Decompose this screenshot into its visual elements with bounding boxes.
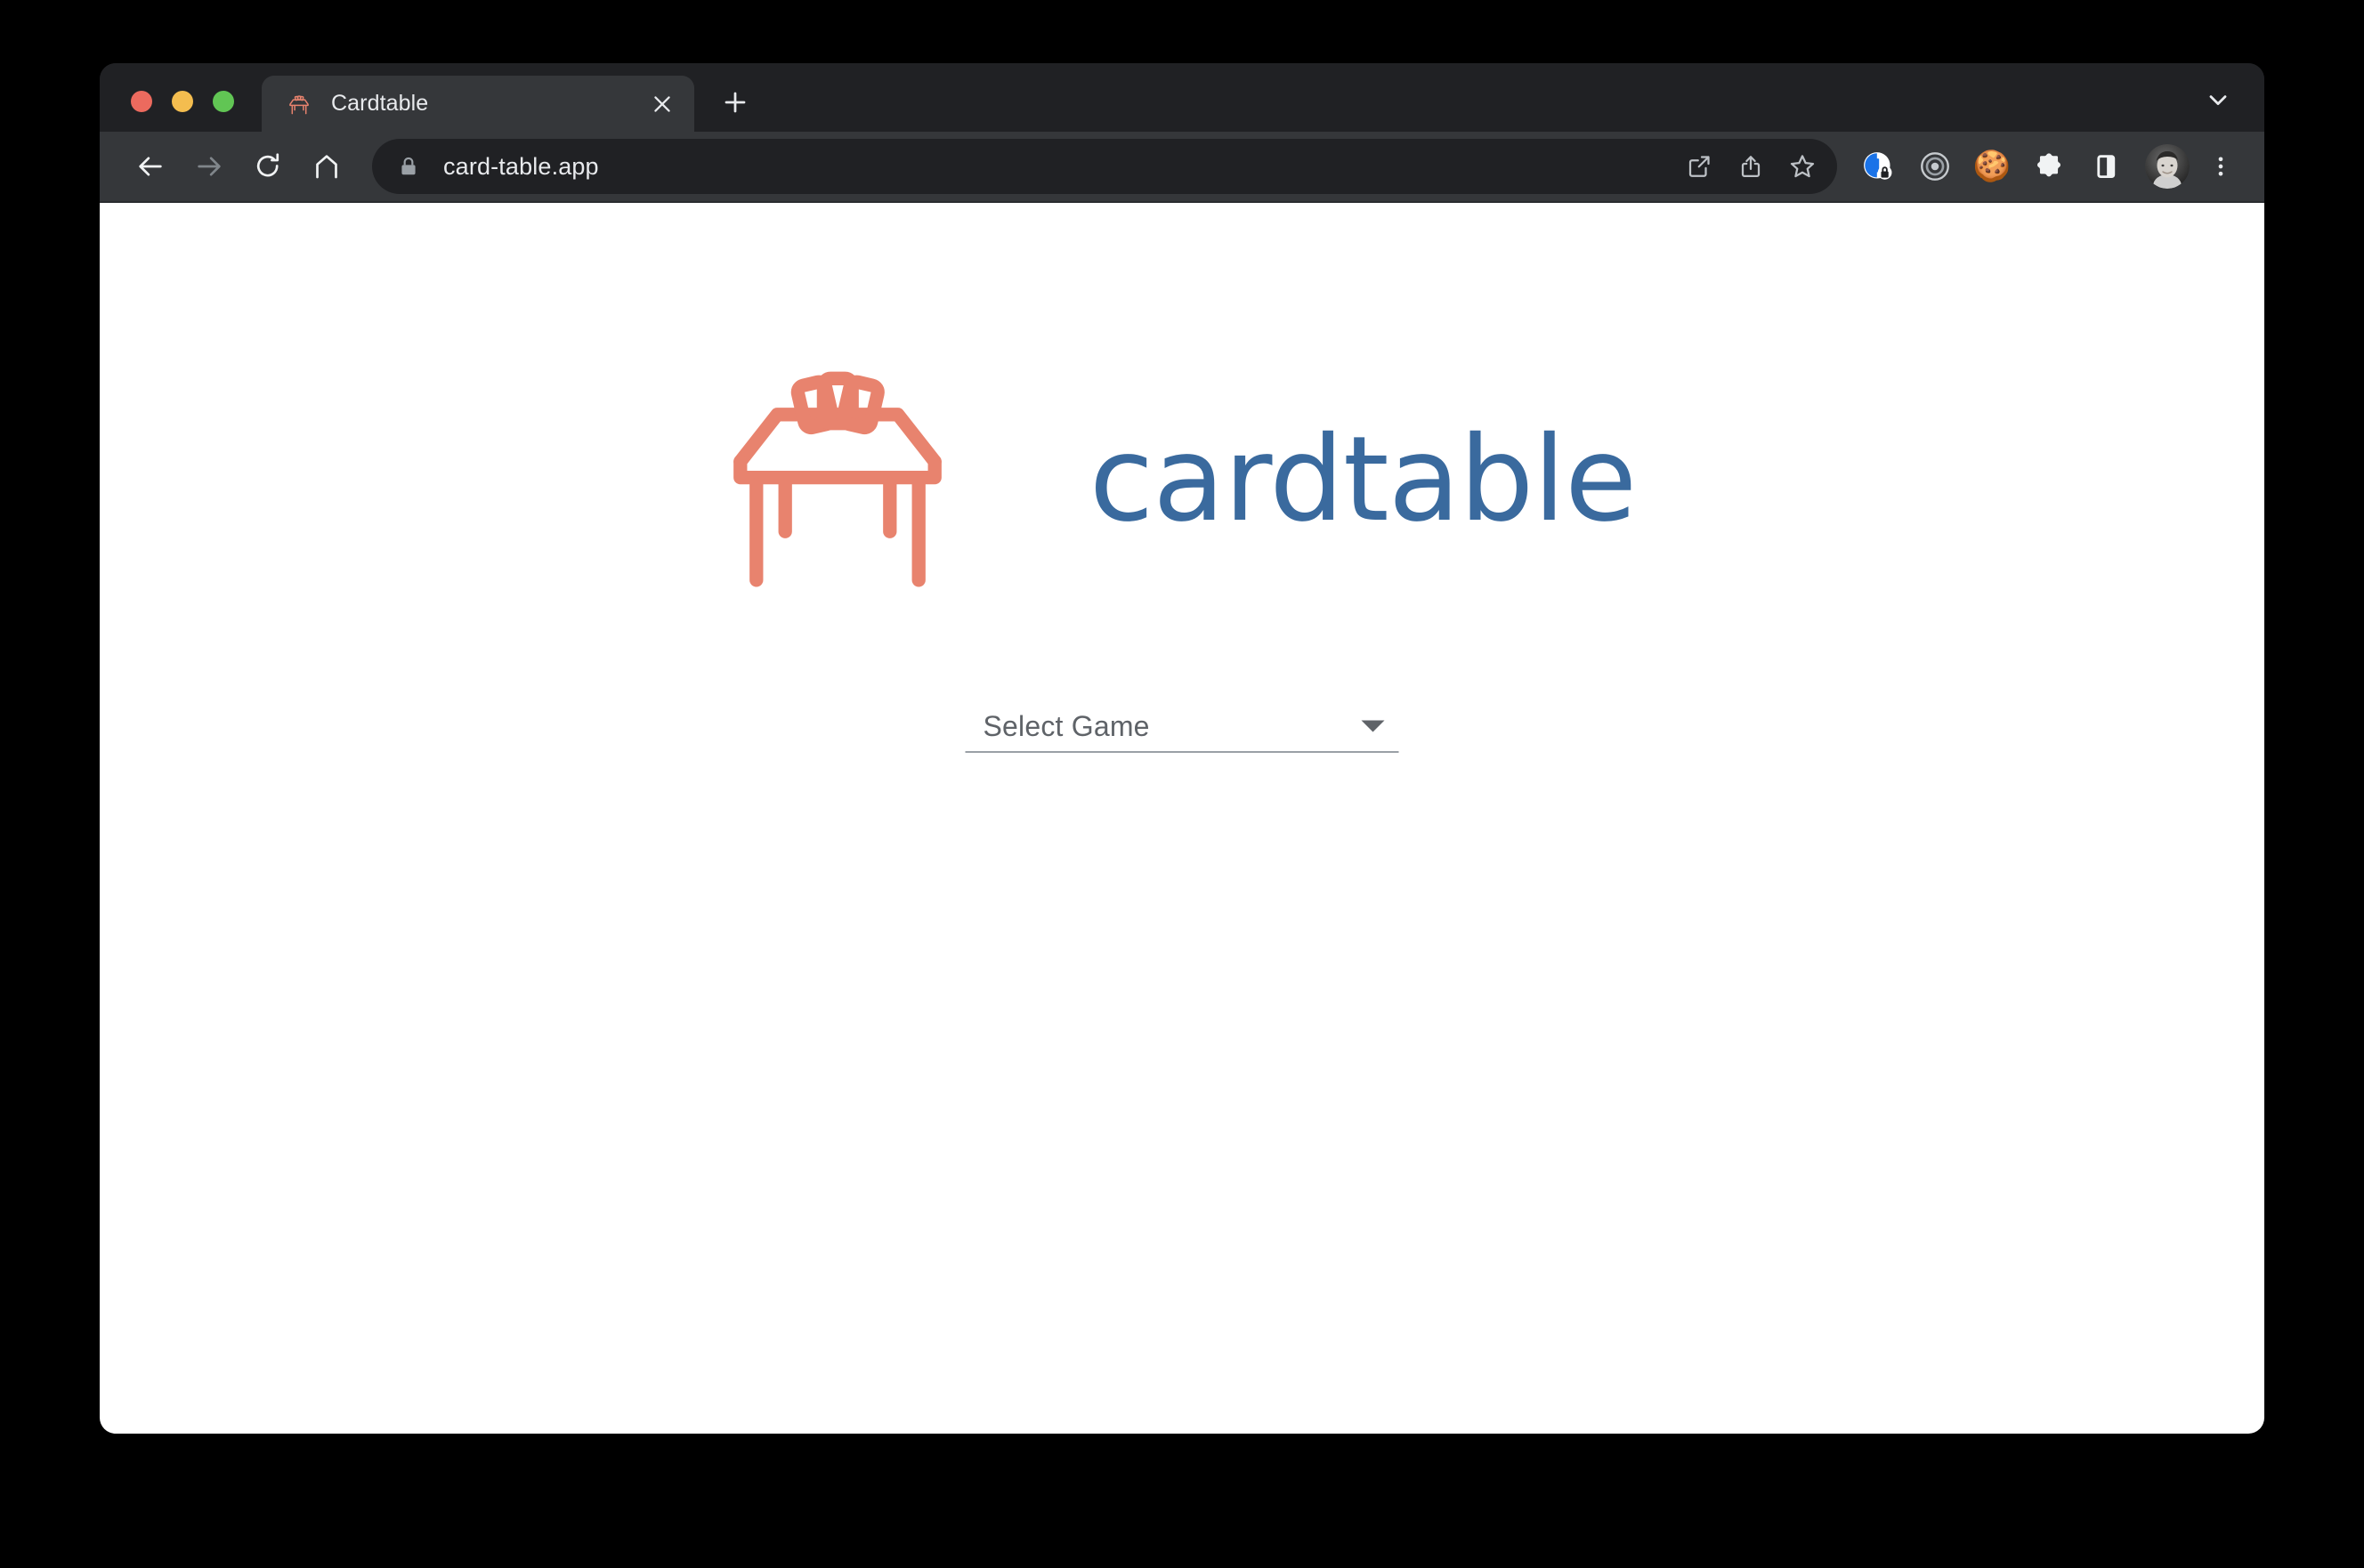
- three-dots-vertical-icon: [2218, 157, 2223, 176]
- star-icon: [1790, 155, 1815, 178]
- puzzle-piece-icon: [2037, 153, 2060, 177]
- share-button[interactable]: [1725, 141, 1777, 192]
- extensions-button[interactable]: [2022, 140, 2076, 193]
- arrow-left-icon: [139, 157, 162, 176]
- new-tab-button[interactable]: [710, 77, 760, 127]
- cardtable-favicon-icon: [289, 94, 309, 114]
- close-icon: [654, 95, 670, 112]
- external-link-icon: [1688, 156, 1710, 177]
- side-panel-icon: [2097, 155, 2116, 179]
- bookmark-button[interactable]: [1777, 141, 1828, 192]
- browser-toolbar: card-table.app 🍪: [100, 132, 2264, 203]
- window-close-button[interactable]: [131, 91, 152, 112]
- chevron-down-icon[interactable]: [1361, 720, 1385, 732]
- home-button[interactable]: [299, 139, 354, 194]
- select-game-label: Select Game: [983, 709, 1150, 742]
- tab-strip: Cardtable: [100, 63, 2264, 132]
- arrow-right-icon: [198, 157, 221, 176]
- privacy-lock-icon: [1864, 152, 1892, 180]
- share-icon: [1741, 156, 1761, 177]
- browser-window: Cardtable card-table.app 🍪 cardtable Sel…: [100, 63, 2264, 1434]
- window-minimize-button[interactable]: [172, 91, 193, 112]
- cardtable-logo-icon: [733, 371, 942, 587]
- select-game-field: Select Game: [965, 701, 1399, 753]
- reload-icon: [256, 153, 279, 177]
- address-bar-url[interactable]: card-table.app: [443, 153, 1673, 181]
- select-game-control[interactable]: Select Game: [965, 701, 1399, 753]
- plus-icon: [725, 92, 746, 113]
- tab-title: Cardtable: [331, 91, 429, 116]
- brand-header: cardtable: [100, 368, 2264, 592]
- open-in-new-window-button[interactable]: [1673, 141, 1725, 192]
- target-icon: [1921, 152, 1949, 181]
- tracker-blocker-extension-button[interactable]: [1908, 140, 1962, 193]
- window-traffic-lights: [100, 91, 234, 132]
- address-bar[interactable]: card-table.app: [372, 139, 1837, 194]
- cookie-icon: 🍪: [1972, 150, 2012, 183]
- side-panel-button[interactable]: [2079, 140, 2133, 193]
- avatar[interactable]: [2145, 144, 2190, 189]
- tab-search-button[interactable]: [2193, 78, 2243, 121]
- cookie-extension-button[interactable]: 🍪: [1965, 140, 2019, 193]
- forward-button[interactable]: [182, 139, 237, 194]
- window-maximize-button[interactable]: [213, 91, 234, 112]
- privacy-badger-extension-button[interactable]: [1851, 140, 1905, 193]
- back-button[interactable]: [123, 139, 178, 194]
- brand-wordmark: cardtable: [1089, 411, 1638, 548]
- home-icon: [316, 155, 337, 179]
- lock-icon: [401, 157, 416, 175]
- chevron-down-icon: [2209, 95, 2227, 106]
- tab-close-button[interactable]: [643, 85, 682, 124]
- browser-tab-cardtable[interactable]: Cardtable: [262, 76, 694, 132]
- reload-button[interactable]: [240, 139, 296, 194]
- chrome-menu-button[interactable]: [2197, 140, 2245, 193]
- user-avatar-icon: [2145, 144, 2190, 189]
- page-content: cardtable Select Game: [100, 203, 2264, 1434]
